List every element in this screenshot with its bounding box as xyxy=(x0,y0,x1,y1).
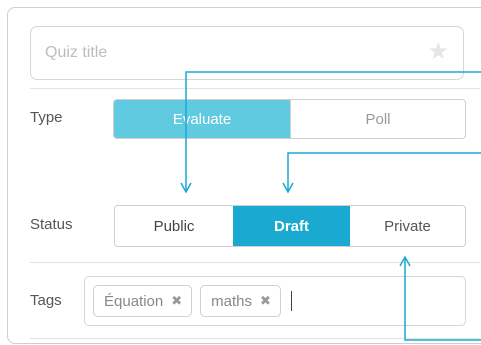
status-label: Status xyxy=(30,216,73,233)
divider-top xyxy=(30,88,480,89)
tag-chip: maths ✖ xyxy=(200,285,281,317)
status-option-private[interactable]: Private xyxy=(350,206,465,246)
star-icon[interactable]: ★ xyxy=(427,40,449,64)
text-cursor xyxy=(290,291,292,311)
type-label: Type xyxy=(30,109,63,126)
status-option-public[interactable]: Public xyxy=(115,206,233,246)
type-segmented-control: Evaluate Poll xyxy=(113,99,466,139)
tags-input[interactable]: Équation ✖ maths ✖ xyxy=(84,276,466,326)
quiz-title-input[interactable] xyxy=(31,27,425,79)
tag-label: Équation xyxy=(104,292,164,310)
divider-bottom xyxy=(30,338,480,339)
divider-status-tags xyxy=(30,262,480,263)
type-option-evaluate[interactable]: Evaluate xyxy=(114,100,290,138)
tags-label: Tags xyxy=(30,292,62,309)
tag-chip: Équation ✖ xyxy=(93,285,193,317)
close-icon[interactable]: ✖ xyxy=(171,293,182,309)
close-icon[interactable]: ✖ xyxy=(260,293,271,309)
type-option-poll[interactable]: Poll xyxy=(290,100,465,138)
tag-label: maths xyxy=(211,292,252,310)
status-segmented-control: Public Draft Private xyxy=(114,205,466,247)
status-option-draft[interactable]: Draft xyxy=(233,206,350,246)
quiz-title-field[interactable]: ★ xyxy=(30,26,464,80)
